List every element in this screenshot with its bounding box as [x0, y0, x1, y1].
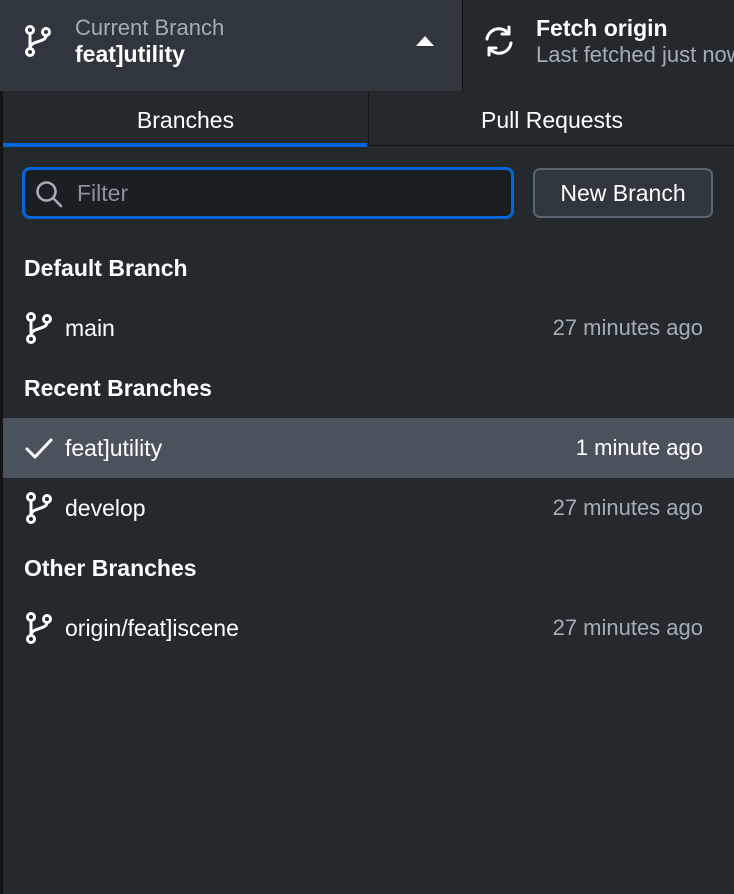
tab-branches[interactable]: Branches [3, 91, 369, 147]
tab-bar: Branches Pull Requests [3, 91, 734, 147]
branch-time: 27 minutes ago [552, 495, 703, 520]
branch-time: 1 minute ago [575, 435, 703, 460]
branch-name: develop [65, 495, 146, 521]
fetch-origin-button[interactable]: Fetch origin Last fetched just now [464, 0, 734, 91]
tab-pull-requests[interactable]: Pull Requests [370, 91, 734, 146]
fetch-title: Fetch origin [536, 15, 668, 41]
toolbar: Current Branch feat]utility Fetch origin… [0, 0, 734, 91]
group-header-other: Other Branches [24, 555, 197, 581]
branch-name: origin/feat]iscene [65, 615, 239, 641]
git-branch-icon [25, 25, 51, 57]
check-icon [25, 438, 53, 459]
group-header-recent: Recent Branches [24, 375, 212, 401]
filter-input[interactable] [75, 176, 495, 210]
branch-row-main[interactable]: main 27 minutes ago [3, 298, 734, 358]
fetch-subtitle: Last fetched just now [536, 42, 734, 67]
current-branch-name: feat]utility [75, 41, 185, 67]
caret-up-icon [416, 36, 434, 46]
group-header-default: Default Branch [24, 255, 188, 281]
branch-row-feat-utility[interactable]: feat]utility 1 minute ago [3, 418, 734, 478]
branch-list: Default Branch main 27 minutes ago Recen… [3, 238, 734, 658]
git-branch-icon [26, 312, 52, 344]
tab-pull-requests-label: Pull Requests [481, 107, 623, 133]
branch-time: 27 minutes ago [552, 615, 703, 640]
tab-branches-label: Branches [136, 107, 235, 133]
search-icon [36, 181, 63, 208]
branches-panel: Branches Pull Requests New Branch Defaul… [0, 91, 734, 894]
filter-field[interactable] [23, 168, 513, 218]
branch-row-develop[interactable]: develop 27 minutes ago [3, 478, 734, 538]
git-branch-icon [26, 612, 52, 644]
tab-selected-indicator [3, 143, 367, 147]
sync-icon [485, 25, 513, 57]
current-branch-button[interactable]: Current Branch feat]utility [0, 0, 463, 91]
branch-row-origin-feat-iscene[interactable]: origin/feat]iscene 27 minutes ago [3, 598, 734, 658]
branch-time: 27 minutes ago [552, 315, 703, 340]
branch-name: feat]utility [65, 435, 163, 461]
new-branch-button[interactable]: New Branch [533, 168, 713, 218]
current-branch-title: Current Branch [75, 15, 225, 40]
branch-name: main [65, 315, 115, 341]
git-branch-icon [26, 492, 52, 524]
